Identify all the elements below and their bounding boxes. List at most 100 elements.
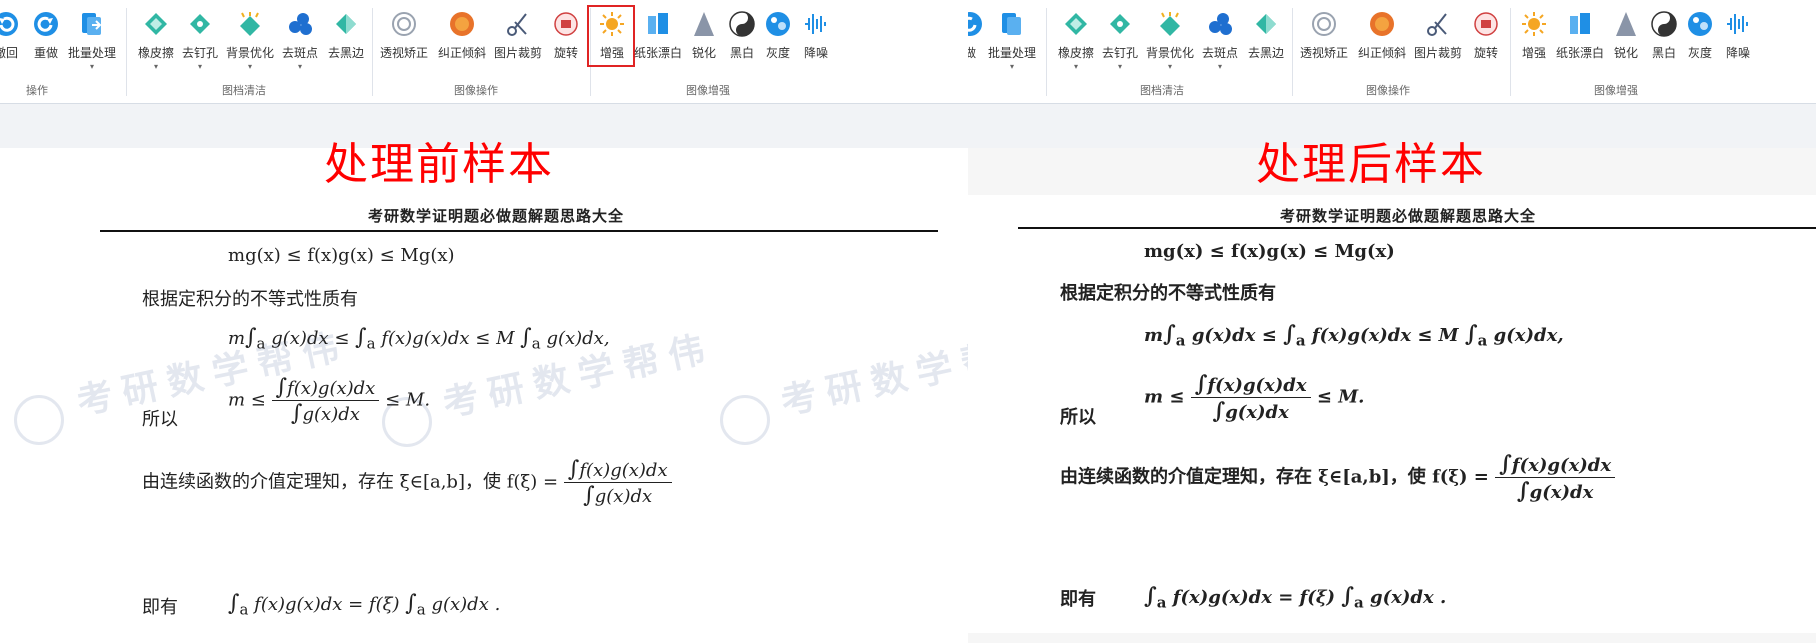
group-label-cleaning: 图档清洁 (1140, 84, 1184, 97)
sharpen-icon (694, 12, 714, 36)
hole-icon (1110, 14, 1130, 34)
ribbon-toolbar: 做 批量处理 ▾ 橡皮擦 ▾ 去钉孔 ▾ 背景优化 ▾ 去斑点 ▾ 去黑边 图档… (968, 0, 1816, 104)
formula-inequality: mg(x) ≤ f(x)g(x) ≤ Mg(x) (228, 245, 455, 266)
text-result-label: 即有 (142, 597, 178, 618)
formula-integral-inequality: m∫a g(x)dx ≤ ∫a f(x)g(x)dx ≤ M ∫a g(x)dx… (1144, 321, 1564, 350)
paper-whiten-button[interactable]: 纸张漂白 (1556, 10, 1604, 72)
document-page-before: 考研数学帮伟 考研数学帮伟 考研数学帮伟 考研数学证明题必做题解题思路大全 mg… (0, 195, 968, 643)
grayscale-icon (766, 12, 790, 36)
yin-yang-icon (729, 11, 755, 37)
redo-icon (34, 12, 58, 36)
grayscale-icon (1688, 12, 1712, 36)
background-optimize-button[interactable]: 背景优化 ▾ (1146, 10, 1194, 72)
watermark-logo-icon (14, 395, 64, 445)
undo-icon (0, 12, 18, 36)
denoise-icon (805, 14, 826, 34)
group-label-cleaning: 图档清洁 (222, 84, 266, 97)
watermark-logo-icon (720, 395, 770, 445)
deskew-button[interactable]: 纠正倾斜 (1358, 10, 1406, 72)
formula-result: ∫a f(x)g(x)dx = f(ξ) ∫a g(x)dx . (1144, 583, 1447, 612)
after-sample-panel: 做 批量处理 ▾ 橡皮擦 ▾ 去钉孔 ▾ 背景优化 ▾ 去斑点 ▾ 去黑边 图档… (968, 0, 1816, 643)
enhance-button[interactable]: 增强 (1512, 10, 1556, 72)
ribbon-toolbar: 撤回 重做 批量处理 ▾ 操作 橡皮擦 ▾ 去钉孔 ▾ 背景优化 ▾ (0, 0, 968, 104)
formula-inequality: mg(x) ≤ f(x)g(x) ≤ Mg(x) (1144, 241, 1395, 262)
fraction: ∫f(x)g(x)dx ∫g(x)dx (1190, 371, 1311, 424)
text-so-label: 所以 (142, 409, 178, 430)
paper-whiten-button[interactable]: 纸张漂白 (634, 10, 682, 72)
group-label-image-operations: 图像操作 (454, 84, 498, 97)
document-page-after: 考研数学证明题必做题解题思路大全 mg(x) ≤ f(x)g(x) ≤ Mg(x… (968, 195, 1816, 633)
deskew-icon (450, 12, 474, 36)
perspective-icon (1312, 12, 1336, 36)
formula-ivt: 由连续函数的介值定理知，存在 ξ∈[a,b]，使 f(ξ) = ∫f(x)g(x… (142, 457, 672, 508)
remove-black-edge-button[interactable]: 去黑边 (324, 10, 368, 72)
watermark-text: 考研数学帮伟 (777, 324, 968, 424)
document-title: 考研数学证明题必做题解题思路大全 (1280, 207, 1537, 225)
deskew-icon (1370, 12, 1394, 36)
group-label-image-enhance: 图像增强 (686, 84, 730, 97)
after-sample-title: 处理后样本 (1256, 139, 1486, 190)
spots-icon (289, 13, 312, 35)
paper-whiten-icon (648, 13, 668, 34)
eraser-icon (145, 13, 167, 35)
text-line-property: 根据定积分的不等式性质有 (142, 289, 358, 310)
batch-icon (82, 13, 102, 35)
formula-result: ∫a f(x)g(x)dx = f(ξ) ∫a g(x)dx . (228, 591, 501, 619)
redo-button[interactable]: 做 (968, 10, 992, 72)
bg-optimize-icon (1160, 12, 1180, 36)
group-label-image-operations: 图像操作 (1366, 84, 1410, 97)
yin-yang-icon (1651, 11, 1677, 37)
fraction: ∫f(x)g(x)dx ∫g(x)dx (271, 375, 380, 426)
fraction: ∫f(x)g(x)dx ∫g(x)dx (1495, 451, 1616, 504)
denoise-icon (1727, 14, 1748, 34)
batch-process-button[interactable]: 批量处理 ▾ (68, 10, 116, 72)
eraser-icon (1065, 13, 1087, 35)
perspective-icon (392, 12, 416, 36)
redo-button[interactable]: 重做 (24, 10, 68, 72)
title-rule (100, 230, 938, 232)
rotate-icon (1474, 12, 1498, 36)
spots-icon (1209, 13, 1232, 35)
black-edge-icon (1256, 14, 1276, 34)
title-rule (1018, 227, 1816, 229)
batch-process-button[interactable]: 批量处理 ▾ (988, 10, 1036, 72)
sun-icon (1522, 12, 1546, 36)
text-result-label: 即有 (1060, 589, 1096, 610)
rotate-icon (554, 12, 578, 36)
group-label-image-enhance: 图像增强 (1594, 84, 1638, 97)
text-so-label: 所以 (1060, 407, 1096, 428)
denoise-button[interactable]: 降噪 (794, 10, 838, 72)
remove-spots-button[interactable]: 去斑点 ▾ (1198, 10, 1242, 72)
batch-icon (1002, 13, 1021, 35)
formula-integral-inequality: m∫a g(x)dx ≤ ∫a f(x)g(x)dx ≤ M ∫a g(x)dx… (228, 325, 610, 353)
paper-whiten-icon (1570, 13, 1590, 34)
deskew-button[interactable]: 纠正倾斜 (438, 10, 486, 72)
perspective-correction-button[interactable]: 透视矫正 (1300, 10, 1348, 72)
rotate-button[interactable]: 旋转 (1464, 10, 1508, 72)
formula-so: m ≤ ∫f(x)g(x)dx ∫g(x)dx ≤ M. (1144, 371, 1365, 424)
formula-ivt: 由连续函数的介值定理知，存在 ξ∈[a,b]，使 f(ξ) = ∫f(x)g(x… (1060, 451, 1616, 504)
image-crop-button[interactable]: 图片裁剪 (494, 10, 542, 72)
bg-optimize-icon (240, 12, 260, 36)
remove-holes-button[interactable]: 去钉孔 ▾ (1098, 10, 1142, 72)
text-line-property: 根据定积分的不等式性质有 (1060, 283, 1276, 304)
scissors-icon (507, 13, 527, 36)
background-optimize-button[interactable]: 背景优化 ▾ (226, 10, 274, 72)
remove-spots-button[interactable]: 去斑点 ▾ (278, 10, 322, 72)
sharpen-icon (1616, 12, 1636, 36)
image-crop-button[interactable]: 图片裁剪 (1414, 10, 1462, 72)
document-title: 考研数学证明题必做题解题思路大全 (368, 207, 625, 225)
perspective-correction-button[interactable]: 透视矫正 (380, 10, 428, 72)
hole-icon (190, 14, 210, 34)
before-sample-title: 处理前样本 (324, 139, 554, 190)
remove-black-edge-button[interactable]: 去黑边 (1244, 10, 1288, 72)
redo-icon (968, 12, 982, 36)
eraser-button[interactable]: 橡皮擦 ▾ (1054, 10, 1098, 72)
before-sample-panel: 撤回 重做 批量处理 ▾ 操作 橡皮擦 ▾ 去钉孔 ▾ 背景优化 ▾ (0, 0, 968, 643)
remove-holes-button[interactable]: 去钉孔 ▾ (178, 10, 222, 72)
fraction: ∫f(x)g(x)dx ∫g(x)dx (563, 457, 672, 508)
eraser-button[interactable]: 橡皮擦 ▾ (134, 10, 178, 72)
formula-so: m ≤ ∫f(x)g(x)dx ∫g(x)dx ≤ M. (228, 375, 431, 426)
denoise-button[interactable]: 降噪 (1716, 10, 1760, 72)
rotate-button[interactable]: 旋转 (544, 10, 588, 72)
